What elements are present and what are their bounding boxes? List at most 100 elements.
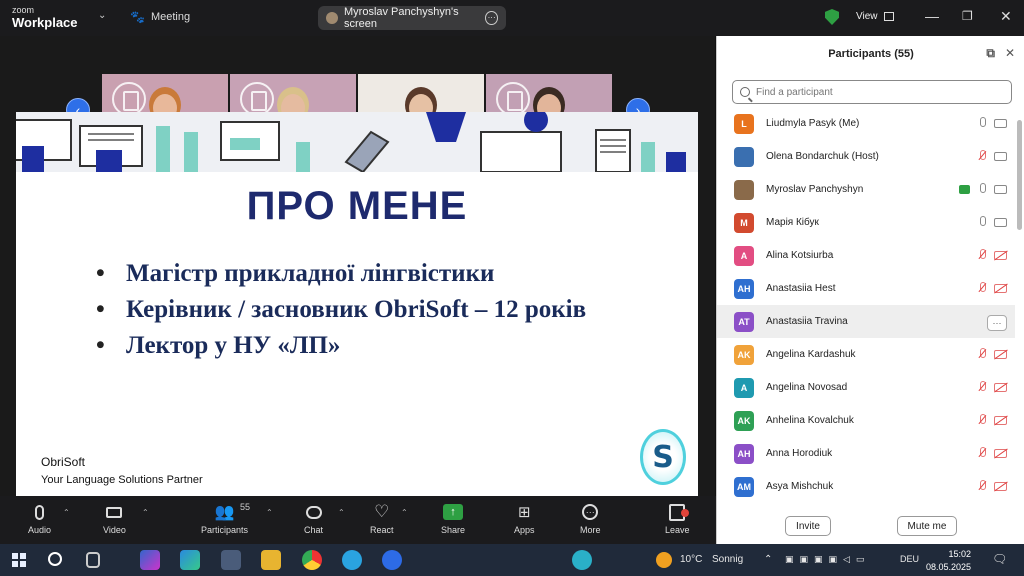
microphone-icon[interactable] (978, 183, 986, 195)
meeting-menu[interactable]: 🐾 Meeting (130, 10, 190, 24)
video-options-caret-icon[interactable]: ⌃ (142, 508, 149, 517)
participant-avatar (734, 179, 754, 200)
task-view-icon[interactable] (86, 552, 100, 568)
video-off-icon[interactable] (994, 349, 1007, 359)
calculator-icon[interactable] (221, 550, 241, 570)
video-camera-icon[interactable] (994, 217, 1007, 227)
participant-avatar: AH (734, 443, 754, 464)
chat-options-caret-icon[interactable]: ⌃ (338, 508, 345, 517)
participant-row[interactable]: Olena Bondarchuk (Host) (717, 140, 1015, 173)
chrome-icon[interactable] (302, 550, 322, 570)
share-screen-icon: ↑ (443, 504, 464, 520)
participant-row[interactable]: AH Anastasiia Hest (717, 272, 1015, 305)
audio-label: Audio (28, 525, 52, 535)
video-off-icon[interactable] (994, 448, 1007, 458)
chat-button[interactable]: Chat (304, 502, 323, 535)
leave-button[interactable]: Leave (665, 502, 690, 535)
muted-microphone-icon[interactable] (978, 249, 986, 261)
apps-button[interactable]: ⊞ Apps (514, 502, 535, 535)
file-explorer-icon[interactable] (261, 550, 281, 570)
participant-avatar: AK (734, 410, 754, 431)
participant-row[interactable]: AT Anastasiia Travina ··· (717, 305, 1015, 338)
react-options-caret-icon[interactable]: ⌃ (401, 508, 408, 517)
mute-me-button[interactable]: Mute me (897, 516, 957, 536)
muted-microphone-icon[interactable] (978, 150, 986, 162)
input-language[interactable]: DEU (900, 554, 919, 564)
view-button[interactable]: View (856, 11, 894, 22)
edge-icon[interactable] (180, 550, 200, 570)
screen-share-pill[interactable]: Myroslav Panchyshyn's screen ··· (318, 6, 506, 30)
video-camera-icon[interactable] (994, 118, 1007, 128)
muted-microphone-icon[interactable] (978, 447, 986, 459)
participant-row[interactable]: L Liudmyla Pasyk (Me) (717, 107, 1015, 140)
video-off-icon[interactable] (994, 283, 1007, 293)
shared-slide: ПРО МЕНЕ Магістр прикладної лінгвістики … (16, 112, 698, 496)
windows-taskbar: 10°C Sonnig ⌃ ▣▣▣▣◁▭ DEU 15:02 08.05.202… (0, 544, 1024, 576)
temperature[interactable]: 10°C (680, 554, 702, 565)
zoom-window: zoom Workplace ⌄ 🐾 Meeting Myroslav Panc… (0, 0, 1024, 576)
slide-tagline: Your Language Solutions Partner (41, 474, 203, 486)
video-camera-icon[interactable] (994, 151, 1007, 161)
participants-options-caret-icon[interactable]: ⌃ (266, 508, 273, 517)
close-icon[interactable]: ✕ (1000, 8, 1012, 25)
video-off-icon[interactable] (994, 250, 1007, 260)
video-camera-icon[interactable] (994, 184, 1007, 194)
security-shield-icon[interactable] (825, 9, 839, 25)
video-off-icon[interactable] (994, 415, 1007, 425)
zoom-logo[interactable]: zoom Workplace (12, 6, 78, 30)
muted-microphone-icon[interactable] (978, 282, 986, 294)
more-options-icon[interactable]: ··· (485, 11, 498, 25)
participant-name: Liudmyla Pasyk (Me) (766, 118, 860, 129)
video-button[interactable]: Video (103, 502, 126, 535)
minimize-icon[interactable]: — (925, 8, 939, 24)
participant-row[interactable]: AK Angelina Kardashuk (717, 338, 1015, 371)
participant-row[interactable]: A Alina Kotsiurba (717, 239, 1015, 272)
participant-row[interactable]: M Марія Кібук (717, 206, 1015, 239)
video-off-icon[interactable] (994, 382, 1007, 392)
weather-text[interactable]: Sonnig (712, 554, 743, 565)
slide-bullet-list: Магістр прикладної лінгвістики Керівник … (96, 260, 586, 368)
participant-list: L Liudmyla Pasyk (Me) Olena Bondarchuk (Ho… (717, 107, 1015, 503)
notifications-icon[interactable]: 🗨 (992, 552, 1007, 566)
participant-name: Myroslav Panchyshyn (766, 184, 864, 195)
audio-options-caret-icon[interactable]: ⌃ (63, 508, 70, 517)
close-panel-icon[interactable]: ✕ (1005, 46, 1015, 61)
participant-row[interactable]: Myroslav Panchyshyn (717, 173, 1015, 206)
participant-more-button[interactable]: ··· (987, 315, 1007, 331)
popout-icon[interactable]: ⧉ (986, 46, 995, 61)
participant-row[interactable]: AH Anna Horodiuk (717, 437, 1015, 470)
system-tray-icons[interactable]: ▣▣▣▣◁▭ (785, 554, 870, 565)
participant-search-input[interactable] (756, 86, 986, 98)
participant-list-scrollbar[interactable] (1017, 120, 1022, 230)
telegram-icon[interactable] (342, 550, 362, 570)
audio-button[interactable]: Audio (28, 502, 51, 535)
microphone-icon[interactable] (978, 216, 986, 228)
participant-row[interactable]: A Angelina Novosad (717, 371, 1015, 404)
chevron-down-icon[interactable]: ⌄ (98, 10, 106, 21)
taskbar-clock[interactable]: 15:02 08.05.2025 (926, 548, 971, 574)
windows-start-icon[interactable] (12, 553, 26, 567)
muted-microphone-icon[interactable] (978, 480, 986, 492)
participant-row[interactable]: AM Asya Mishchuk (717, 470, 1015, 503)
microphone-icon[interactable] (978, 117, 986, 129)
app-tray-icon[interactable] (572, 550, 592, 570)
react-button[interactable]: ♡ React (370, 502, 394, 535)
share-button[interactable]: ↑ Share (441, 502, 465, 535)
copilot-icon[interactable] (140, 550, 160, 570)
meeting-label: Meeting (150, 11, 191, 23)
tray-overflow-icon[interactable]: ⌃ (764, 554, 772, 565)
muted-microphone-icon[interactable] (978, 414, 986, 426)
university-logo-icon (496, 82, 530, 116)
participant-search[interactable] (732, 80, 1012, 104)
restore-icon[interactable]: ❐ (962, 9, 973, 23)
taskbar-search-icon[interactable] (48, 552, 62, 566)
muted-microphone-icon[interactable] (978, 381, 986, 393)
participant-row[interactable]: AK Anhelina Kovalchuk (717, 404, 1015, 437)
more-button[interactable]: ··· More (580, 502, 601, 535)
participant-avatar (734, 146, 754, 167)
muted-microphone-icon[interactable] (978, 348, 986, 360)
zoom-taskbar-icon[interactable] (382, 550, 402, 570)
video-off-icon[interactable] (994, 481, 1007, 491)
participant-name: Alina Kotsiurba (766, 250, 834, 261)
invite-button[interactable]: Invite (785, 516, 831, 536)
